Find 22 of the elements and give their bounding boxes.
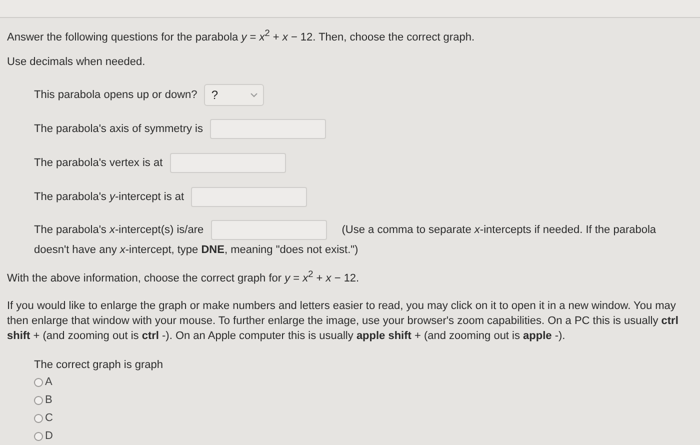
question-label: The correct graph is graph (34, 358, 164, 372)
question-label: The parabola's vertex is at (34, 156, 163, 169)
answer-field[interactable] (191, 186, 308, 207)
answer-field[interactable] (210, 118, 326, 139)
help-paragraph: If you would like to enlarge the graph or make numbers and letters easier to read, you may click on it to open it in a new window. You may then enlarge that window with your mouse. To further enlarge the image, use your browser's zoom capabilities. On a PC this is usually ctrl shift + (and zooming out is ctrl -). On an Apple computer this is usually apple shift + (and zooming out is apple -). (7, 298, 680, 344)
radio-option[interactable]: D (34, 428, 692, 444)
radio-option[interactable]: A (34, 374, 692, 390)
question-text: Answer the following questions for the parabola y = x$^{2}$ + x − 12. Then, choose the correct graph. (7, 27, 476, 46)
radio-option[interactable]: C (34, 410, 692, 426)
question-label: The parabola's y-intercept is at (34, 190, 184, 203)
radio-option[interactable]: B (34, 392, 692, 408)
chevron-down-icon (250, 92, 258, 98)
instruction-text: Use decimals when needed. (7, 54, 146, 70)
answer-dropdown[interactable]: ? (204, 84, 264, 106)
question-label: The parabola's axis of symmetry is (34, 122, 203, 135)
hint-text: (Use a comma to separate x-intercepts if needed. If the parabola (342, 224, 656, 236)
question-label: The parabola's x-intercept(s) is/are (34, 224, 204, 236)
hint-text: doesn't have any x-intercept, type DNE, meaning "does not exist.") (34, 244, 358, 256)
question-label: This parabola opens up or down? (34, 88, 198, 101)
instruction-text: With the above information, choose the correct graph for y = x$^{2}$ + x − 12. (7, 268, 360, 286)
answer-field[interactable] (210, 220, 327, 240)
answer-field[interactable] (170, 152, 286, 173)
